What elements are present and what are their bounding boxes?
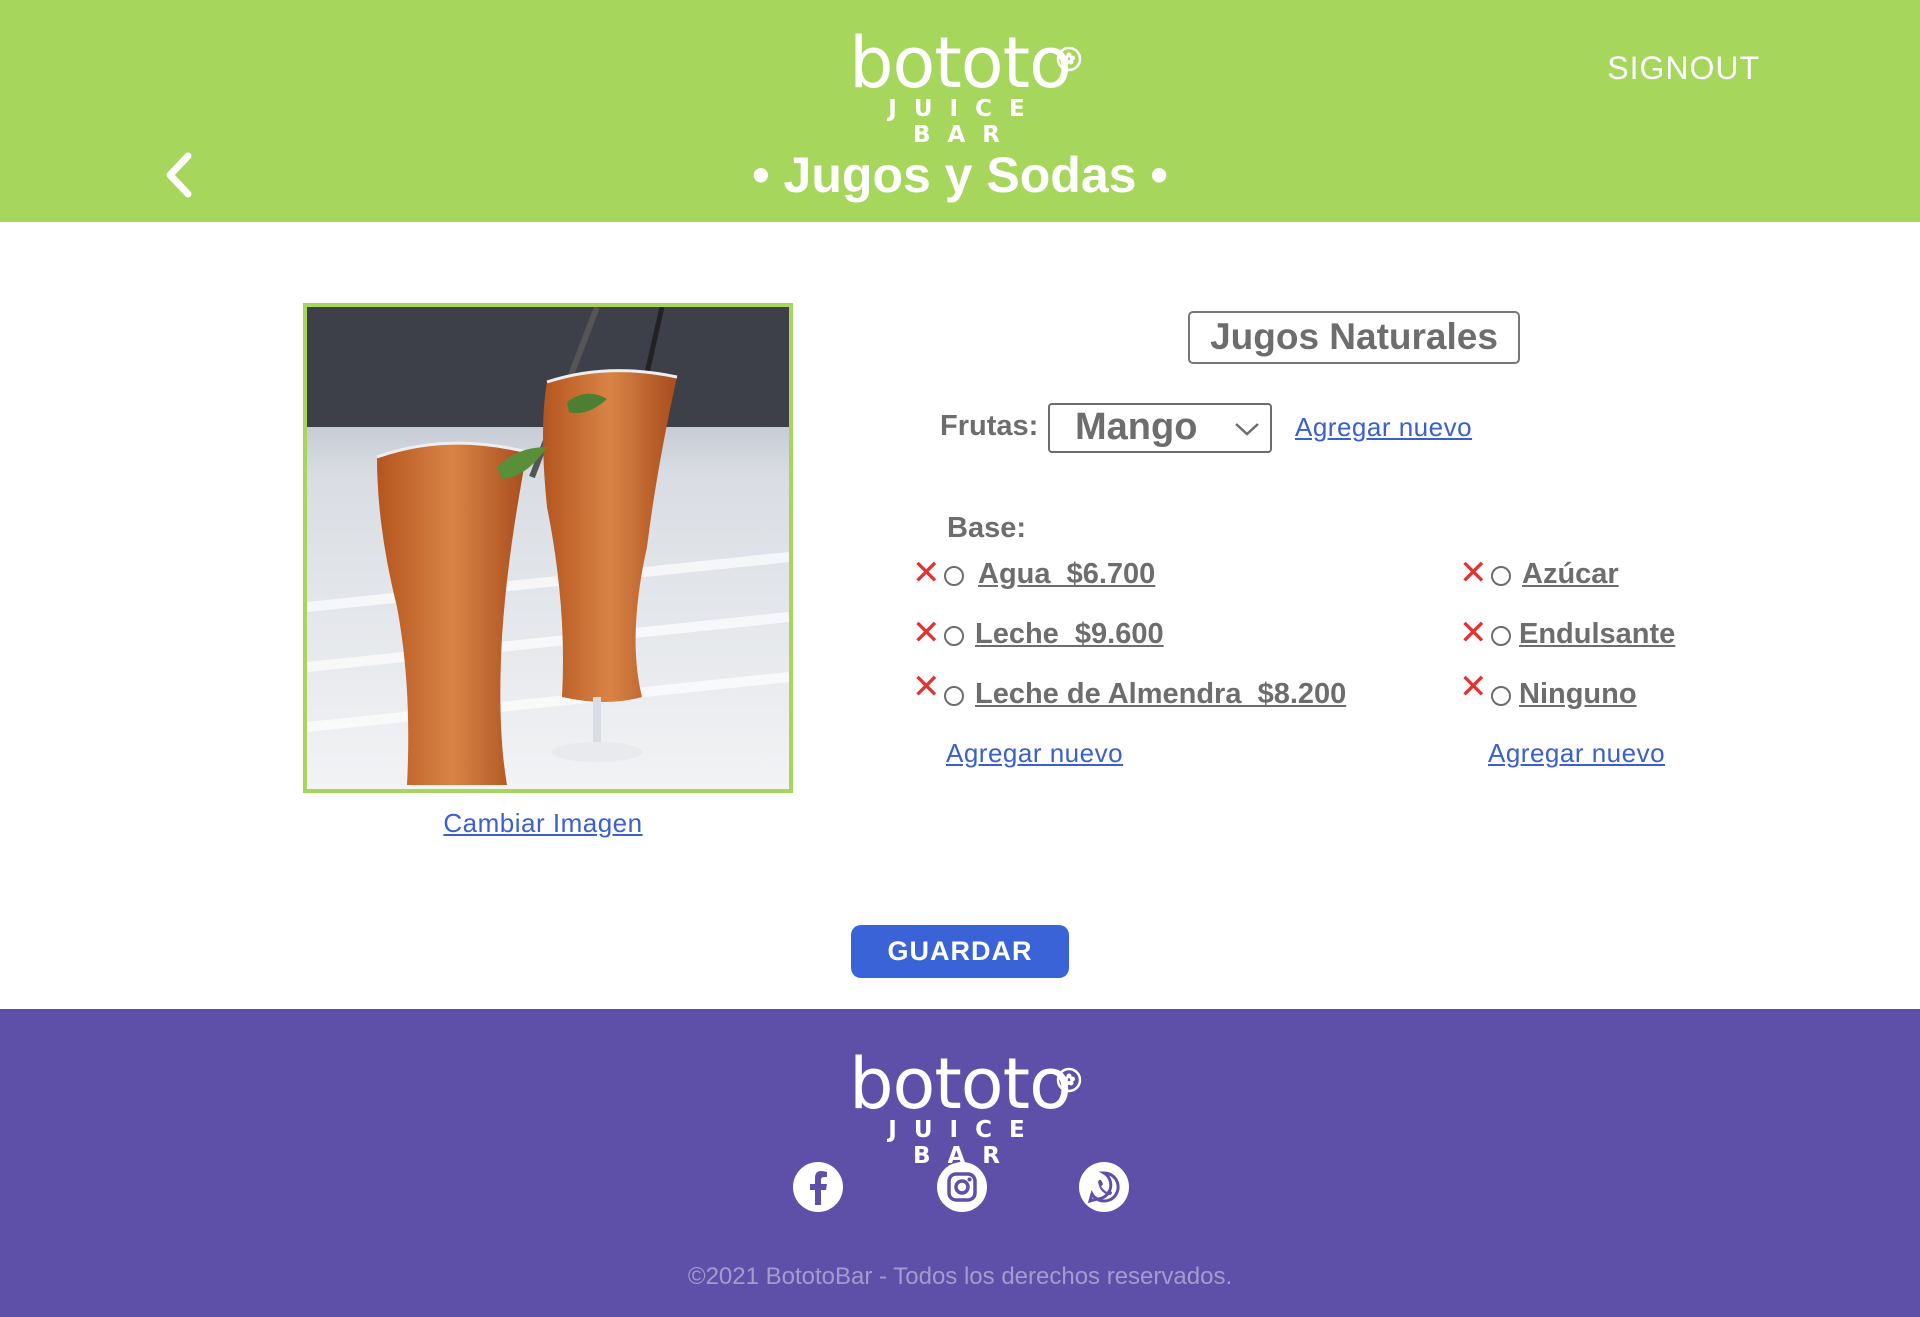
dropdown-chevron-icon (1235, 423, 1259, 436)
logo-word: bototo (849, 1043, 1072, 1125)
footer-logo[interactable]: bototo JUICE BAR (830, 1049, 1090, 1169)
add-sweetener-link[interactable]: Agregar nuevo (1488, 738, 1665, 769)
radio-icon[interactable] (944, 626, 964, 646)
base-label: Base: (947, 512, 1026, 544)
base-option-label[interactable]: Leche $9.600 (975, 618, 1164, 651)
page-title: • Jugos y Sodas • (752, 147, 1168, 203)
remove-x-icon[interactable]: ✕ (912, 670, 941, 704)
add-fruit-link[interactable]: Agregar nuevo (1295, 412, 1472, 443)
copyright-text: ©2021 BototoBar - Todos los derechos res… (687, 1263, 1233, 1290)
fruits-label: Frutas: (940, 410, 1039, 442)
juice-glasses-illustration (307, 307, 789, 789)
whatsapp-icon[interactable] (1078, 1161, 1130, 1213)
remove-x-icon[interactable]: ✕ (912, 556, 941, 590)
sweetener-option-label[interactable]: Azúcar (1522, 558, 1619, 591)
header: bototo JUICE BAR SIGNOUT • Jugos y Sodas… (0, 0, 1920, 222)
fruit-select-value: Mango (1075, 406, 1198, 448)
remove-x-icon[interactable]: ✕ (1459, 616, 1488, 650)
remove-x-icon[interactable]: ✕ (912, 616, 941, 650)
add-base-link[interactable]: Agregar nuevo (946, 738, 1123, 769)
save-button[interactable]: GUARDAR (851, 925, 1069, 978)
footer: bototo JUICE BAR ©2021 BototoBar - Todos… (0, 1009, 1920, 1317)
category-title: Jugos Naturales (1188, 311, 1520, 364)
logo-flower-icon (1056, 1067, 1082, 1093)
sweetener-option-label[interactable]: Ninguno (1519, 678, 1637, 711)
base-option-label[interactable]: Agua $6.700 (978, 558, 1155, 591)
signout-link[interactable]: SIGNOUT (1580, 50, 1760, 87)
logo-flower-icon (1056, 46, 1082, 72)
back-chevron-icon[interactable] (160, 150, 200, 200)
radio-icon[interactable] (1491, 566, 1511, 586)
change-image-link[interactable]: Cambiar Imagen (383, 808, 703, 839)
radio-icon[interactable] (1491, 626, 1511, 646)
base-option-label[interactable]: Leche de Almendra $8.200 (975, 678, 1346, 711)
radio-icon[interactable] (944, 566, 964, 586)
instagram-icon[interactable] (936, 1161, 988, 1213)
radio-icon[interactable] (944, 686, 964, 706)
sweetener-option-label[interactable]: Endulsante (1519, 618, 1675, 651)
header-logo[interactable]: bototo JUICE BAR (830, 28, 1090, 148)
fruit-select[interactable]: Mango (1048, 403, 1272, 453)
facebook-icon[interactable] (792, 1161, 844, 1213)
radio-icon[interactable] (1491, 686, 1511, 706)
remove-x-icon[interactable]: ✕ (1459, 670, 1488, 704)
remove-x-icon[interactable]: ✕ (1459, 556, 1488, 590)
product-image (303, 303, 793, 793)
logo-word: bototo (849, 22, 1072, 104)
